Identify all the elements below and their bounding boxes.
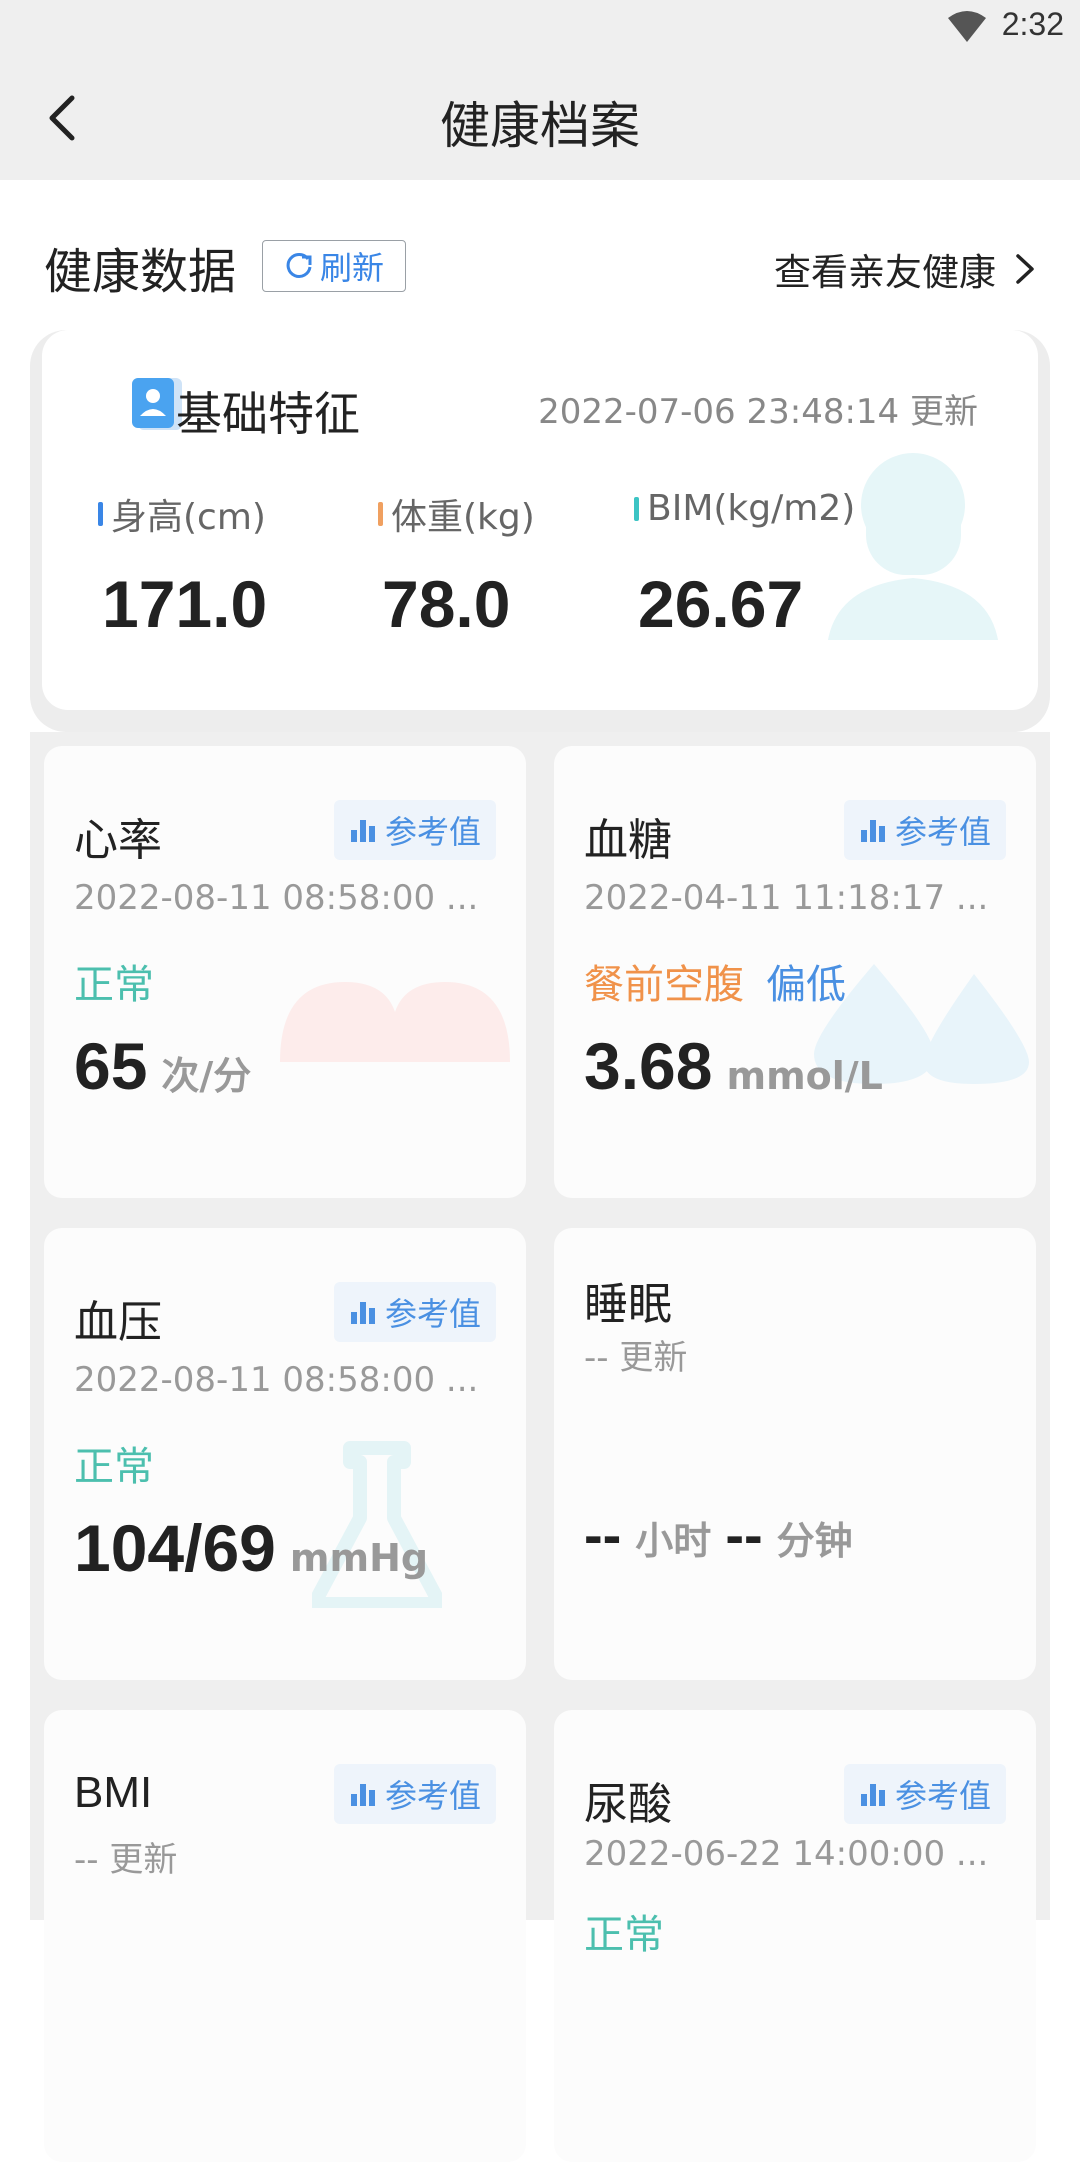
bmi-marker xyxy=(634,496,639,521)
heart-rate-unit: 次/分 xyxy=(161,1054,252,1098)
page-title: 健康档案 xyxy=(440,97,640,155)
heart-icon xyxy=(280,982,510,1062)
blood-pressure-value: 104/69 mmHg xyxy=(74,1510,428,1586)
height-label-text: 身高(cm) xyxy=(111,497,266,538)
heart-rate-value: 65 次/分 xyxy=(74,1028,251,1104)
sleep-tile[interactable]: 睡眠 -- 更新 -- 小时 -- 分钟 xyxy=(554,1228,1036,1680)
heart-rate-status: 正常 xyxy=(74,952,154,1010)
weight-label-text: 体重(kg) xyxy=(391,497,535,538)
wifi-icon xyxy=(948,11,986,42)
status-bar: 2:32 xyxy=(0,0,1080,56)
status-time: 2:32 xyxy=(1001,6,1064,42)
weight-marker xyxy=(378,502,383,526)
blood-sugar-unit: mmol/L xyxy=(726,1054,883,1098)
status-normal: 正常 xyxy=(74,962,154,1008)
blood-sugar-status: 餐前空腹 偏低 xyxy=(584,952,846,1010)
reference-label: 参考值 xyxy=(384,1295,481,1333)
chevron-right-icon xyxy=(1016,254,1034,284)
basic-features-title: 基础特征 xyxy=(176,387,360,441)
blood-sugar-tile[interactable]: 血糖 参考值 2022-04-11 11:18:17 ... 餐前空腹 偏低 3… xyxy=(554,746,1036,1198)
weight-value: 78.0 xyxy=(382,567,511,641)
weight-label: 体重(kg) xyxy=(378,488,535,540)
bmi-label: BIM(kg/m2) xyxy=(634,488,855,529)
blood-pressure-date: 2022-08-11 08:58:00 ... xyxy=(74,1360,479,1400)
blood-sugar-value: 3.68 mmol/L xyxy=(584,1028,883,1104)
height-value: 171.0 xyxy=(102,567,268,641)
sleep-title: 睡眠 xyxy=(584,1279,672,1330)
status-normal: 正常 xyxy=(584,1912,664,1958)
height-label: 身高(cm) xyxy=(98,488,266,540)
status-low: 偏低 xyxy=(766,962,846,1008)
reference-label: 参考值 xyxy=(894,1777,991,1815)
bar-chart-icon xyxy=(860,1784,885,1806)
heart-rate-title: 心率 xyxy=(74,815,162,866)
status-fasting: 餐前空腹 xyxy=(584,962,744,1008)
blood-pressure-number: 104/69 xyxy=(74,1511,276,1585)
uric-reference-button[interactable]: 参考值 xyxy=(844,1764,1006,1824)
bar-chart-icon xyxy=(860,820,885,842)
bmi-updated: -- 更新 xyxy=(74,1840,178,1880)
sleep-hours-unit: 小时 xyxy=(635,1519,712,1563)
status-normal: 正常 xyxy=(74,1444,154,1490)
sleep-minutes: -- xyxy=(725,1503,763,1566)
sleep-minutes-unit: 分钟 xyxy=(776,1519,853,1563)
heart-rate-date: 2022-08-11 08:58:00 ... xyxy=(74,878,479,918)
person-silhouette-icon xyxy=(828,453,998,640)
refresh-label: 刷新 xyxy=(319,249,384,287)
bmi-label-text: BIM(kg/m2) xyxy=(647,488,856,529)
heart-rate-tile[interactable]: 心率 参考值 2022-08-11 08:58:00 ... 正常 65 次/分 xyxy=(44,746,526,1198)
sugar-reference-button[interactable]: 参考值 xyxy=(844,800,1006,860)
blood-pressure-title: 血压 xyxy=(74,1297,162,1348)
friends-link-label: 查看亲友健康 xyxy=(774,251,996,294)
heart-rate-number: 65 xyxy=(74,1029,148,1103)
blood-sugar-number: 3.68 xyxy=(584,1029,713,1103)
bmi-title: BMI xyxy=(74,1768,153,1817)
top-app-bar: 健康档案 xyxy=(0,56,1080,180)
bar-chart-icon xyxy=(350,1784,375,1806)
heart-reference-button[interactable]: 参考值 xyxy=(334,800,496,860)
section-title: 健康数据 xyxy=(44,244,237,300)
blood-pressure-unit: mmHg xyxy=(289,1536,429,1580)
blood-sugar-date: 2022-04-11 11:18:17 ... xyxy=(584,878,989,918)
health-data-header: 健康数据 刷新 查看亲友健康 xyxy=(0,180,1080,330)
basic-features-card[interactable]: 基础特征 2022-07-06 23:48:14 更新 身高(cm) 171.0… xyxy=(30,330,1050,732)
refresh-button[interactable]: 刷新 xyxy=(262,240,406,292)
reference-label: 参考值 xyxy=(384,813,481,851)
bmi-reference-button[interactable]: 参考值 xyxy=(334,1764,496,1824)
bmi-tile[interactable]: BMI 参考值 -- 更新 xyxy=(44,1710,526,2162)
bar-chart-icon xyxy=(350,820,375,842)
bar-chart-icon xyxy=(350,1302,375,1324)
height-marker xyxy=(98,502,103,526)
blood-pressure-tile[interactable]: 血压 参考值 2022-08-11 08:58:00 ... 正常 104/69… xyxy=(44,1228,526,1680)
uric-acid-title: 尿酸 xyxy=(584,1779,672,1830)
reference-label: 参考值 xyxy=(384,1777,481,1815)
bmi-value: 26.67 xyxy=(638,567,804,641)
refresh-icon xyxy=(286,252,312,278)
pressure-reference-button[interactable]: 参考值 xyxy=(334,1282,496,1342)
uric-acid-date: 2022-06-22 14:00:00 ... xyxy=(584,1834,989,1874)
sleep-value: -- 小时 -- 分钟 xyxy=(584,1502,853,1567)
blood-pressure-status: 正常 xyxy=(74,1434,154,1492)
reference-label: 参考值 xyxy=(894,813,991,851)
basic-updated-time: 2022-07-06 23:48:14 更新 xyxy=(538,392,978,432)
blood-sugar-title: 血糖 xyxy=(584,815,672,866)
sleep-hours: -- xyxy=(584,1503,622,1566)
view-friends-health-link[interactable]: 查看亲友健康 xyxy=(774,242,1036,296)
uric-acid-status: 正常 xyxy=(584,1902,664,1960)
uric-acid-tile[interactable]: 尿酸 参考值 2022-06-22 14:00:00 ... 正常 xyxy=(554,1710,1036,2162)
sleep-updated: -- 更新 xyxy=(584,1338,688,1378)
